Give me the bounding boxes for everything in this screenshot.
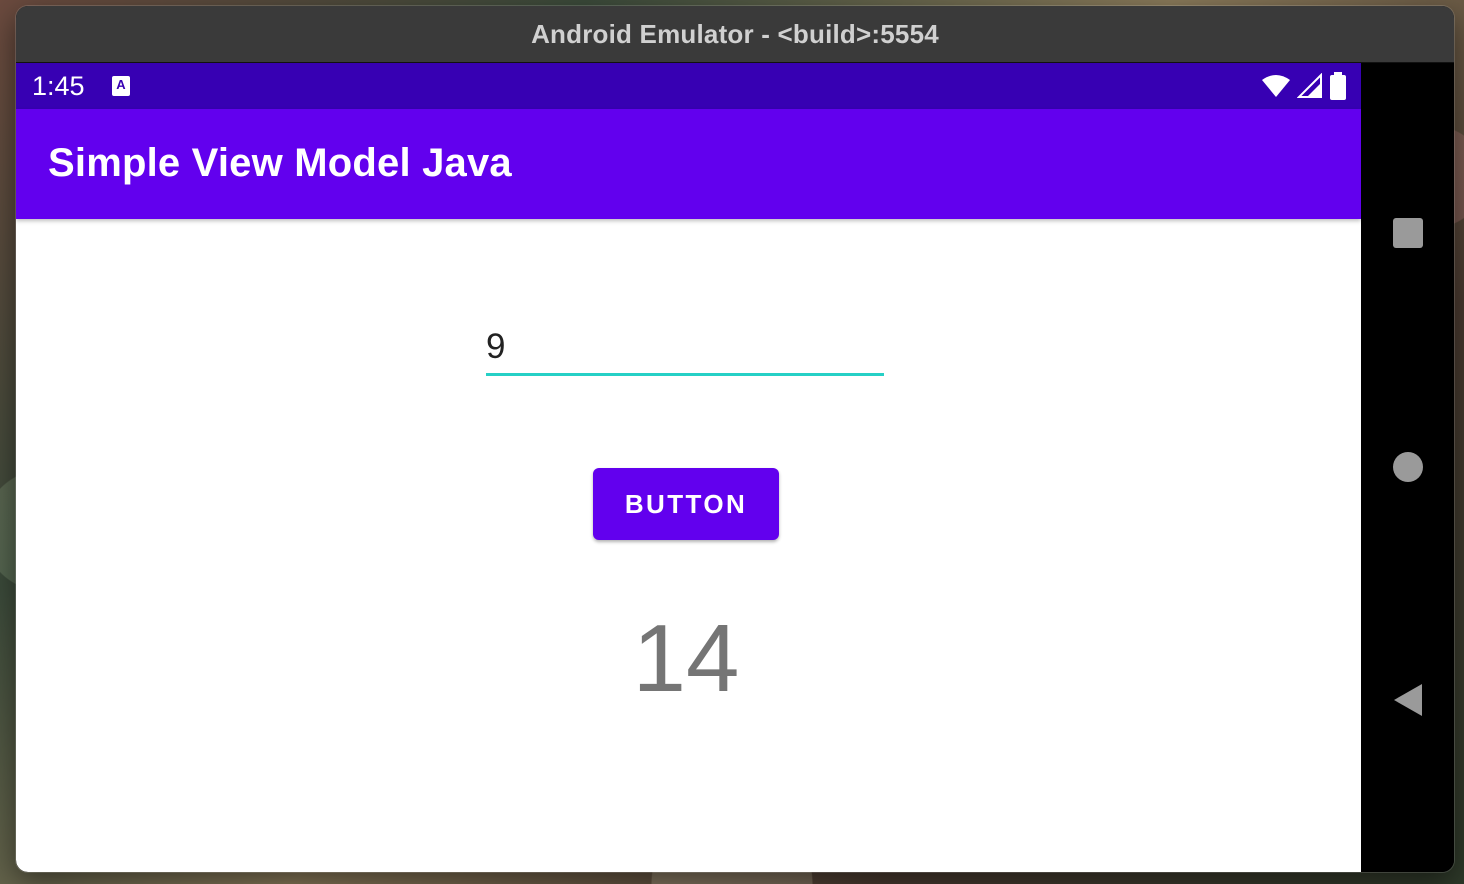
- home-circle-icon: [1392, 452, 1423, 482]
- cellular-signal-icon: [1297, 73, 1322, 98]
- device-screen: 1:45 A Simple View Model Java BUTTON: [16, 63, 1361, 872]
- emulator-window: Android Emulator - <build>:5554 1:45 A S…: [16, 6, 1454, 872]
- wifi-icon: [1262, 75, 1290, 97]
- recents-square-icon: [1392, 218, 1423, 248]
- battery-icon: [1330, 72, 1346, 100]
- window-title-bar[interactable]: Android Emulator - <build>:5554: [16, 6, 1454, 63]
- result-text: 14: [632, 605, 740, 712]
- recents-button[interactable]: [1361, 203, 1454, 263]
- submit-button[interactable]: BUTTON: [593, 468, 779, 540]
- app-toolbar: Simple View Model Java: [16, 109, 1361, 219]
- number-input[interactable]: [486, 321, 884, 376]
- accessibility-notification-icon: A: [112, 76, 130, 96]
- window-title: Android Emulator - <build>:5554: [531, 18, 939, 49]
- home-button[interactable]: [1361, 437, 1454, 497]
- status-bar: 1:45 A: [16, 63, 1361, 109]
- navigation-bar: [1361, 63, 1454, 872]
- back-button[interactable]: [1361, 670, 1454, 730]
- status-time: 1:45: [32, 71, 85, 101]
- back-triangle-icon: [1393, 684, 1422, 716]
- app-title: Simple View Model Java: [48, 141, 512, 185]
- status-icons: [1261, 72, 1347, 100]
